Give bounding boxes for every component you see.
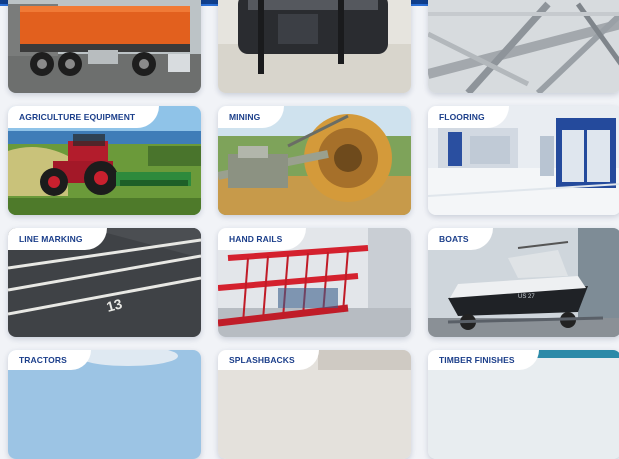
card-label: AGRICULTURE EQUIPMENT: [8, 106, 160, 128]
card-bins[interactable]: [218, 0, 411, 93]
card-label: FLOORING: [428, 106, 509, 128]
card-label: TIMBER FINISHES: [428, 350, 539, 370]
card-agriculture-equipment[interactable]: AGRICULTURE EQUIPMENT: [8, 106, 201, 215]
tipper-truck-photo: [8, 0, 201, 93]
card-boats[interactable]: US 27 BOATS: [428, 228, 619, 337]
card-timber-finishes[interactable]: TIMBER FINISHES: [428, 350, 619, 459]
steel-structure-photo: [428, 0, 619, 93]
card-label: HAND RAILS: [218, 228, 307, 250]
steel-bins-photo: [218, 0, 411, 93]
card-mining[interactable]: MINING: [218, 106, 411, 215]
card-flooring[interactable]: FLOORING: [428, 106, 619, 215]
card-tractors[interactable]: TRACTORS: [8, 350, 201, 459]
card-structure[interactable]: [428, 0, 619, 93]
industry-card-grid: AGRICULTURE EQUIPMENT MINING FLOORING 13…: [0, 0, 619, 459]
card-label: SPLASHBACKS: [218, 350, 319, 370]
card-truck[interactable]: [8, 0, 201, 93]
card-line-marking[interactable]: 13 LINE MARKING: [8, 228, 201, 337]
card-splashbacks[interactable]: SPLASHBACKS: [218, 350, 411, 459]
card-hand-rails[interactable]: HAND RAILS: [218, 228, 411, 337]
card-label: TRACTORS: [8, 350, 91, 370]
card-label: LINE MARKING: [8, 228, 107, 250]
svg-text:US 27: US 27: [518, 294, 535, 300]
